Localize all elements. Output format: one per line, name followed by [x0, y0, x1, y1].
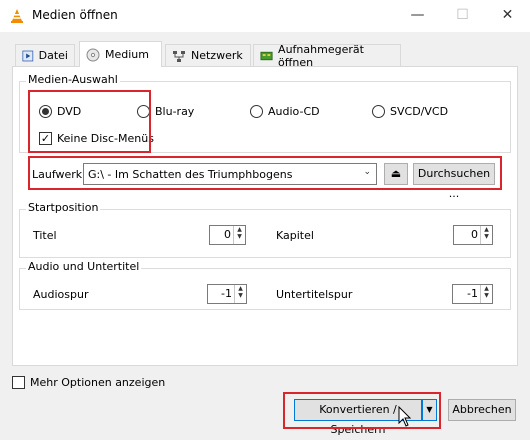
more-options-checkbox[interactable] — [12, 376, 25, 389]
audio-subtitle-group: Audio und Untertitel — [19, 260, 511, 310]
spin-arrows-icon[interactable]: ▲ ▼ — [233, 226, 245, 244]
tab-label-medium: Medium — [105, 48, 149, 61]
chapter-label: Kapitel — [276, 229, 314, 242]
tab-datei[interactable]: Datei — [15, 44, 75, 66]
minimize-button[interactable]: — — [395, 0, 440, 31]
tab-netzwerk[interactable]: Netzwerk — [165, 44, 251, 66]
radio-label-audiocd: Audio-CD — [268, 105, 320, 118]
play-file-icon — [22, 50, 34, 61]
vlc-cone-icon — [11, 9, 23, 23]
audio-track-value: -1 — [221, 287, 232, 300]
spin-arrows-icon[interactable]: ▲ ▼ — [480, 285, 492, 303]
tab-medium[interactable]: Medium — [79, 41, 162, 67]
chapter-spinbox[interactable]: 0 ▲ ▼ — [453, 225, 493, 245]
subtitle-track-value: -1 — [467, 287, 478, 300]
maximize-button[interactable]: ☐ — [440, 0, 485, 31]
title-value: 0 — [224, 228, 231, 241]
chapter-value: 0 — [471, 228, 478, 241]
close-button[interactable]: ✕ — [485, 0, 530, 31]
subtitle-track-label: Untertitelspur — [276, 288, 353, 301]
tab-aufnahmegeraet[interactable]: Aufnahmegerät öffnen — [253, 42, 401, 69]
mouse-cursor-icon — [398, 406, 412, 427]
start-position-group: Startposition — [19, 201, 511, 258]
radio-label-svcd: SVCD/VCD — [390, 105, 449, 118]
highlight-convert-button — [283, 392, 441, 429]
title-spinbox[interactable]: 0 ▲ ▼ — [209, 225, 246, 245]
radio-label-bluray: Blu-ray — [155, 105, 195, 118]
group-title-audio: Audio und Untertitel — [26, 260, 142, 273]
audio-track-spinbox[interactable]: -1 ▲ ▼ — [207, 284, 247, 304]
network-icon — [173, 50, 185, 62]
capture-card-icon — [260, 51, 273, 60]
tab-label-datei: Datei — [38, 49, 68, 62]
more-options-label: Mehr Optionen anzeigen — [30, 376, 166, 389]
highlight-drive-row — [28, 156, 502, 190]
title-label: Titel — [33, 229, 57, 242]
tab-label-aufnahmegeraet: Aufnahmegerät öffnen — [278, 42, 364, 69]
highlight-media-options — [28, 90, 151, 153]
radio-svcd[interactable] — [372, 105, 385, 118]
group-title-media: Medien-Auswahl — [26, 73, 120, 86]
subtitle-track-spinbox[interactable]: -1 ▲ ▼ — [452, 284, 493, 304]
tab-label-netzwerk: Netzwerk — [191, 49, 243, 62]
cancel-button[interactable]: Abbrechen — [448, 399, 516, 421]
disc-icon — [86, 48, 100, 61]
radio-audiocd[interactable] — [250, 105, 263, 118]
group-title-start: Startposition — [26, 201, 101, 214]
audio-track-label: Audiospur — [33, 288, 89, 301]
spin-arrows-icon[interactable]: ▲ ▼ — [234, 285, 246, 303]
window-title: Medien öffnen — [32, 8, 118, 22]
spin-arrows-icon[interactable]: ▲ ▼ — [480, 226, 492, 244]
